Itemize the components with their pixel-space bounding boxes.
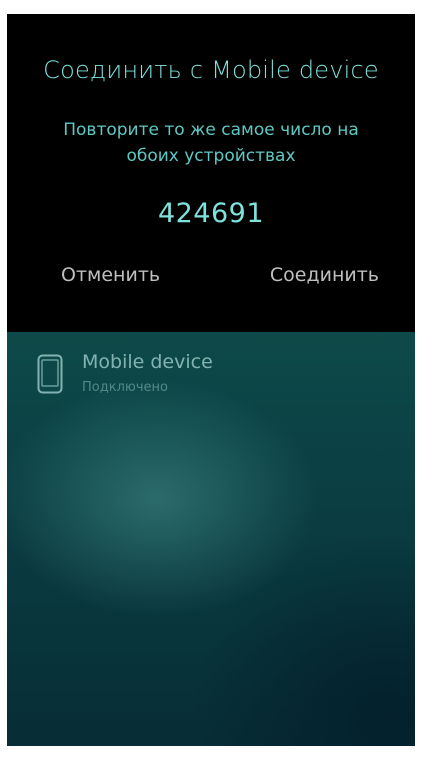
dialog-title: Соединить с Mobile device xyxy=(43,56,379,84)
device-name: Mobile device xyxy=(82,351,213,373)
phone-icon xyxy=(37,354,63,394)
connect-button[interactable]: Соединить xyxy=(270,264,379,286)
device-status: Подключено xyxy=(82,380,168,395)
pairing-dialog: Соединить с Mobile device Повторите то ж… xyxy=(7,14,415,332)
pairing-passkey: 424691 xyxy=(157,198,265,229)
device-list-item[interactable]: Mobile device Подключено xyxy=(7,344,415,408)
phone-screen: Соединить с Mobile device Повторите то ж… xyxy=(7,14,415,746)
pairing-instruction: Повторите то же самое число на обоих уст… xyxy=(63,120,359,166)
cancel-button[interactable]: Отменить xyxy=(61,264,160,286)
